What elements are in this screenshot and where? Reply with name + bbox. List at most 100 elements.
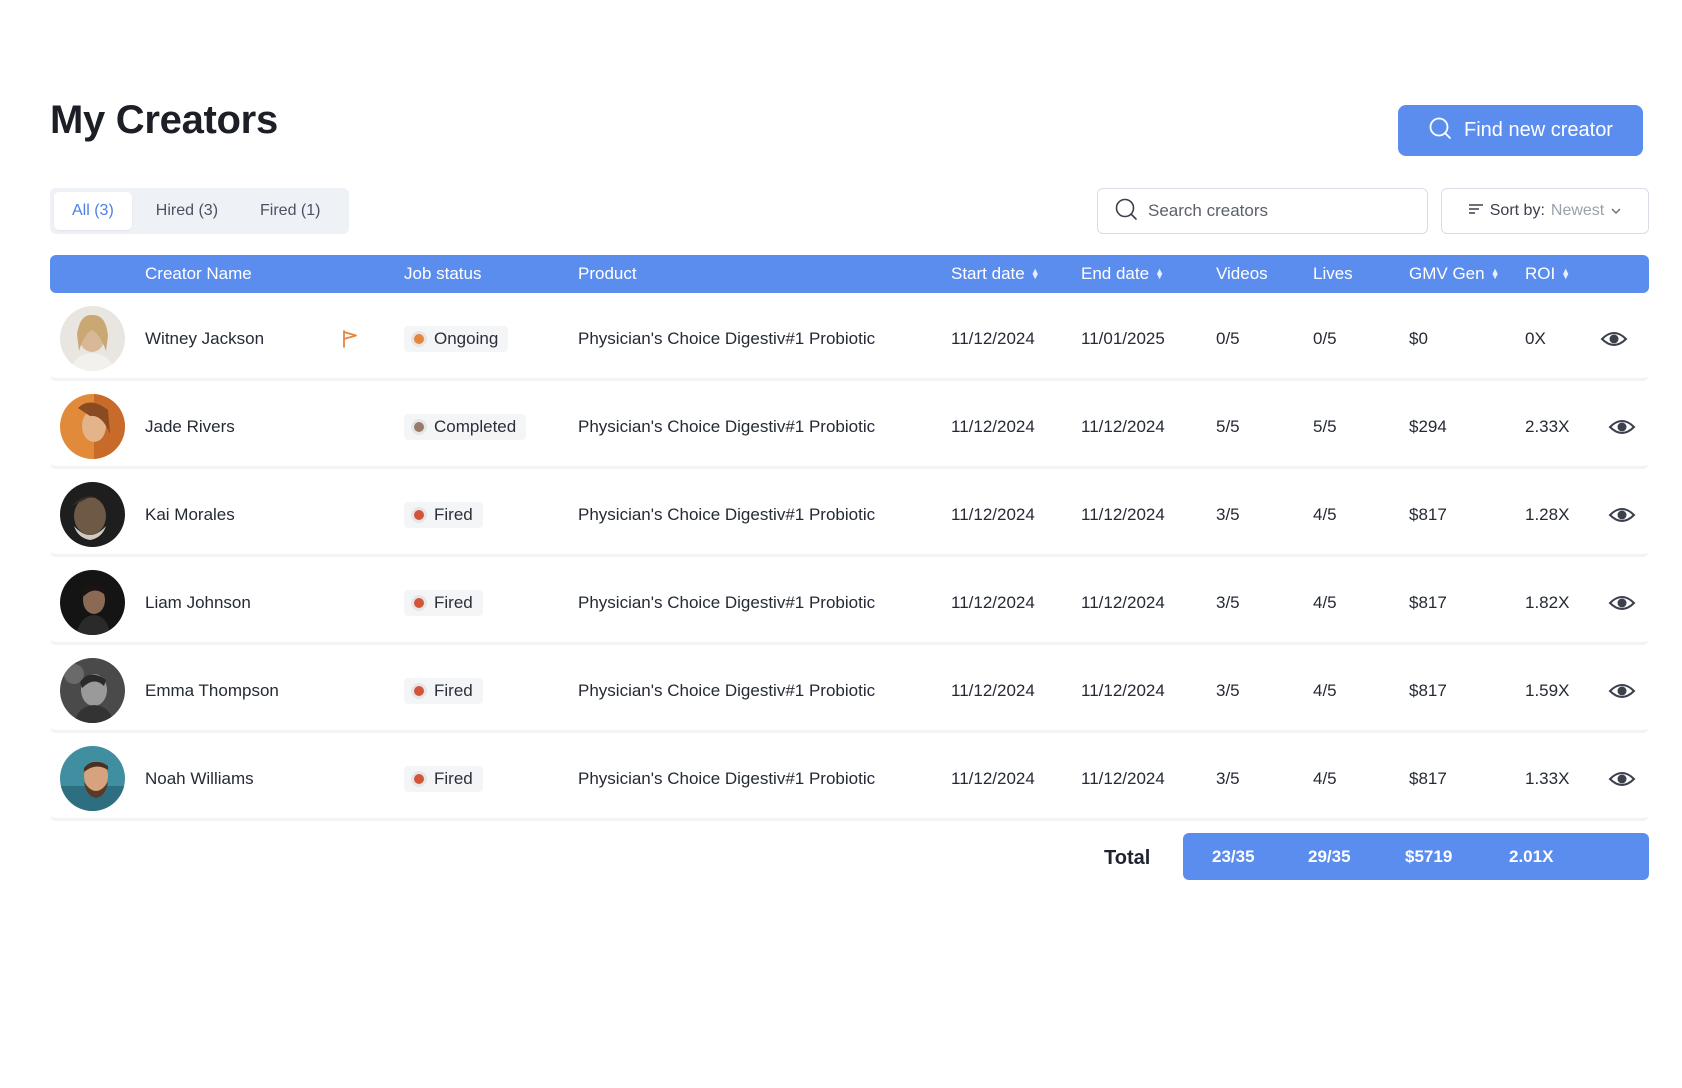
header-lives: Lives xyxy=(1313,264,1353,283)
status-badge: Completed xyxy=(404,384,527,469)
table-row: Noah Williams Fired Physician's Choice D… xyxy=(50,736,1649,821)
status-badge: Fired xyxy=(404,560,483,645)
lives-cell: 4/5 xyxy=(1313,504,1337,524)
lives-cell: 4/5 xyxy=(1313,680,1337,700)
table-row: Jade Rivers Completed Physician's Choice… xyxy=(50,384,1649,469)
creator-name[interactable]: Kai Morales xyxy=(145,472,235,557)
header-product: Product xyxy=(578,264,637,283)
end-date-cell: 11/12/2024 xyxy=(1081,416,1165,436)
eye-icon[interactable] xyxy=(1608,648,1636,733)
total-roi: 2.01X xyxy=(1509,846,1554,866)
roi-cell: 1.59X xyxy=(1525,680,1570,700)
totals-bar: 23/35 29/35 $5719 2.01X xyxy=(1183,833,1649,880)
avatar xyxy=(60,394,125,459)
start-date-cell: 11/12/2024 xyxy=(951,592,1035,612)
lives-cell: 4/5 xyxy=(1313,592,1337,612)
videos-cell: 3/5 xyxy=(1216,504,1240,524)
lives-cell: 4/5 xyxy=(1313,768,1337,788)
avatar xyxy=(60,570,125,635)
tab-hired[interactable]: Hired (3) xyxy=(138,192,236,230)
header-gmv-gen[interactable]: GMV Gen ▲ ▼ xyxy=(1409,255,1500,293)
header-videos: Videos xyxy=(1216,264,1268,283)
roi-cell: 1.33X xyxy=(1525,768,1570,788)
creator-name[interactable]: Jade Rivers xyxy=(145,384,235,469)
table-row: Witney Jackson Ongoing Physician's Choic… xyxy=(50,296,1649,381)
creator-name[interactable]: Noah Williams xyxy=(145,736,254,821)
status-badge: Fired xyxy=(404,472,483,557)
videos-cell: 3/5 xyxy=(1216,680,1240,700)
end-date-cell: 11/12/2024 xyxy=(1081,592,1165,612)
creator-table-body: Witney Jackson Ongoing Physician's Choic… xyxy=(50,296,1649,824)
roi-cell: 0X xyxy=(1525,328,1546,348)
table-row: Emma Thompson Fired Physician's Choice D… xyxy=(50,648,1649,733)
total-videos: 23/35 xyxy=(1212,846,1255,866)
gmv-cell: $0 xyxy=(1409,328,1428,348)
creator-name[interactable]: Liam Johnson xyxy=(145,560,251,645)
eye-icon[interactable] xyxy=(1600,296,1628,381)
sort-arrows-icon: ▲ ▼ xyxy=(1155,266,1164,281)
flag-icon[interactable] xyxy=(342,296,358,381)
search-input[interactable] xyxy=(1148,201,1411,221)
total-label: Total xyxy=(1104,847,1151,869)
creator-name[interactable]: Emma Thompson xyxy=(145,648,279,733)
product-cell: Physician's Choice Digestiv#1 Probiotic xyxy=(578,592,876,612)
eye-icon[interactable] xyxy=(1608,560,1636,645)
page-title: My Creators xyxy=(50,98,278,142)
gmv-cell: $817 xyxy=(1409,592,1447,612)
end-date-cell: 11/01/2025 xyxy=(1081,328,1165,348)
chevron-down-icon xyxy=(1610,202,1622,220)
eye-icon[interactable] xyxy=(1608,736,1636,821)
gmv-cell: $817 xyxy=(1409,504,1447,524)
find-new-creator-label: Find new creator xyxy=(1464,119,1613,141)
sort-label: Sort by: xyxy=(1489,202,1545,219)
total-gmv: $5719 xyxy=(1405,846,1453,866)
eye-icon[interactable] xyxy=(1608,472,1636,557)
status-badge: Fired xyxy=(404,648,483,733)
gmv-cell: $294 xyxy=(1409,416,1447,436)
start-date-cell: 11/12/2024 xyxy=(951,680,1035,700)
videos-cell: 5/5 xyxy=(1216,416,1240,436)
start-date-cell: 11/12/2024 xyxy=(951,328,1035,348)
header-start-date[interactable]: Start date ▲ ▼ xyxy=(951,255,1040,293)
table-row: Liam Johnson Fired Physician's Choice Di… xyxy=(50,560,1649,645)
sort-arrows-icon: ▲ ▼ xyxy=(1490,266,1500,281)
videos-cell: 3/5 xyxy=(1216,768,1240,788)
status-badge: Fired xyxy=(404,736,483,821)
avatar xyxy=(60,746,125,811)
end-date-cell: 11/12/2024 xyxy=(1081,504,1165,524)
tab-fired[interactable]: Fired (1) xyxy=(242,192,338,230)
product-cell: Physician's Choice Digestiv#1 Probiotic xyxy=(578,328,876,348)
find-new-creator-button[interactable]: Find new creator xyxy=(1398,105,1643,156)
header-end-date[interactable]: End date ▲ ▼ xyxy=(1081,255,1164,293)
total-lives: 29/35 xyxy=(1308,846,1351,866)
avatar xyxy=(60,306,125,371)
sort-dropdown[interactable]: Sort by: Newest xyxy=(1441,188,1649,234)
filter-tabs: All (3) Hired (3) Fired (1) xyxy=(50,188,349,234)
tab-all[interactable]: All (3) xyxy=(54,192,132,230)
creator-name[interactable]: Witney Jackson xyxy=(145,296,264,381)
search-icon xyxy=(1428,116,1452,146)
roi-cell: 2.33X xyxy=(1525,416,1570,436)
header-creator-name: Creator Name xyxy=(145,264,252,283)
roi-cell: 1.82X xyxy=(1525,592,1570,612)
table-header: Creator Name Job status Product Start da… xyxy=(50,255,1649,293)
end-date-cell: 11/12/2024 xyxy=(1081,768,1165,788)
lives-cell: 5/5 xyxy=(1313,416,1337,436)
avatar xyxy=(60,482,125,547)
end-date-cell: 11/12/2024 xyxy=(1081,680,1165,700)
eye-icon[interactable] xyxy=(1608,384,1636,469)
product-cell: Physician's Choice Digestiv#1 Probiotic xyxy=(578,504,876,524)
roi-cell: 1.28X xyxy=(1525,504,1570,524)
gmv-cell: $817 xyxy=(1409,680,1447,700)
status-badge: Ongoing xyxy=(404,296,509,381)
videos-cell: 3/5 xyxy=(1216,592,1240,612)
header-roi[interactable]: ROI ▲ ▼ xyxy=(1525,255,1570,293)
search-box xyxy=(1097,188,1428,234)
start-date-cell: 11/12/2024 xyxy=(951,416,1035,436)
product-cell: Physician's Choice Digestiv#1 Probiotic xyxy=(578,768,876,788)
product-cell: Physician's Choice Digestiv#1 Probiotic xyxy=(578,416,876,436)
start-date-cell: 11/12/2024 xyxy=(951,768,1035,788)
search-icon xyxy=(1114,197,1138,226)
sort-lines-icon xyxy=(1468,202,1484,220)
header-job-status: Job status xyxy=(404,264,482,283)
